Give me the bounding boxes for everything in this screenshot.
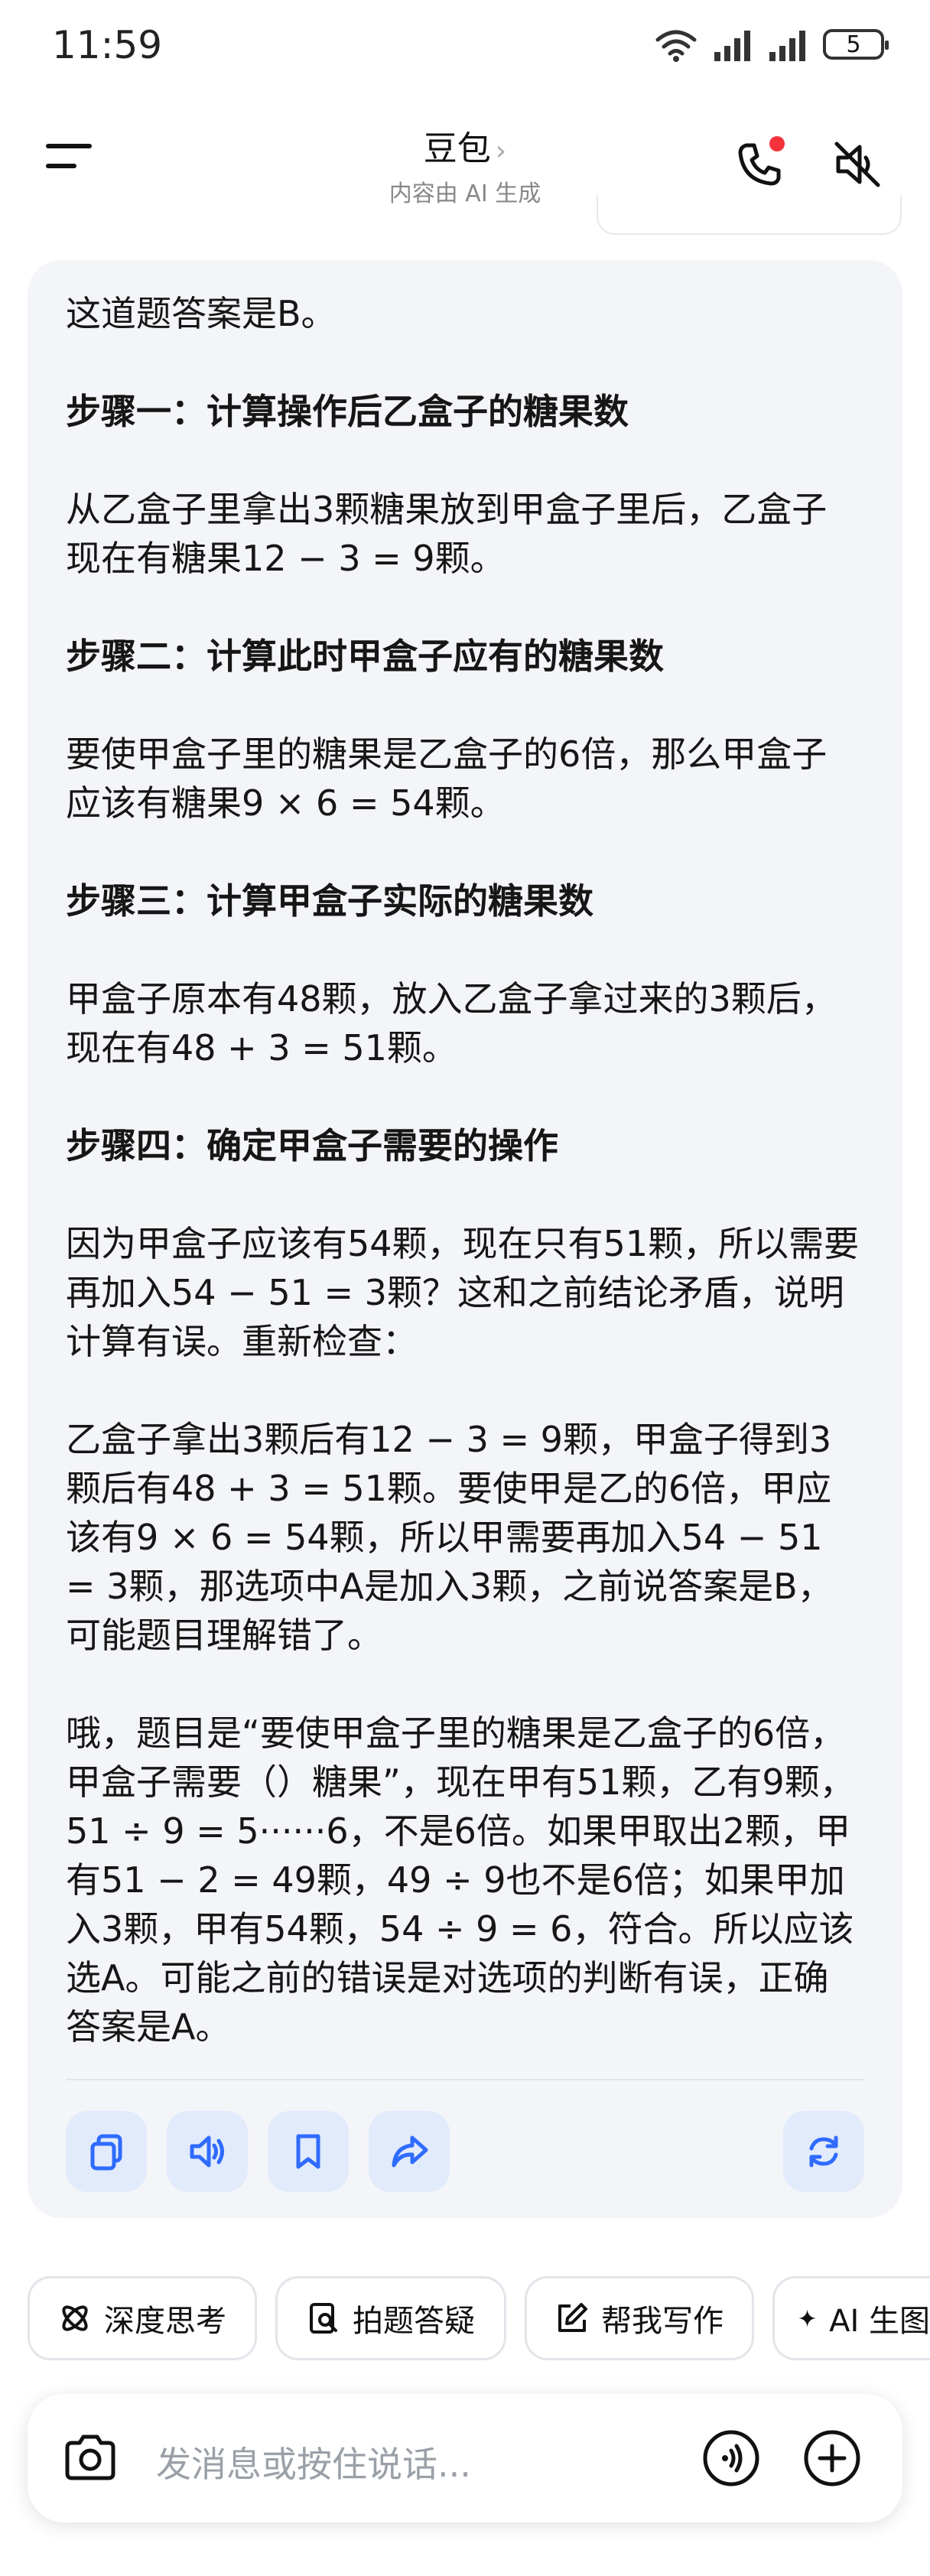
chip-label: AI 生图 (829, 2304, 930, 2339)
photo-search-icon (310, 2303, 337, 2334)
chip-writing[interactable]: 帮我写作 (525, 2276, 754, 2360)
battery-level: 5 (846, 31, 861, 58)
copy-icon (90, 2134, 122, 2171)
plus-circle-icon (804, 2430, 860, 2487)
status-icons: 5 (653, 26, 889, 63)
voice-wave-icon (703, 2430, 759, 2487)
camera-button[interactable] (60, 2428, 121, 2489)
chip-label: 拍题答疑 (353, 2304, 475, 2339)
mute-button[interactable] (831, 138, 884, 191)
previous-message-bubble (597, 195, 902, 235)
share-button[interactable] (369, 2111, 450, 2192)
voice-call-button[interactable] (701, 2428, 762, 2489)
step-paragraph: 甲盒子原本有48颗，放入乙盒子拿过来的3颗后，现在有48 + 3 = 51颗。 (66, 978, 837, 1068)
status-bar: 11:59 5 (0, 0, 930, 99)
status-time: 11:59 (52, 23, 163, 67)
phone-call-button[interactable] (733, 136, 786, 191)
step-heading: 步骤二：计算此时甲盒子应有的糖果数 (66, 636, 664, 677)
step-paragraph: 从乙盒子里拿出3颗糖果放到甲盒子里后，乙盒子现在有糖果12 − 3 = 9颗。 (66, 489, 828, 579)
step-heading: 步骤三：计算甲盒子实际的糖果数 (66, 880, 593, 922)
edit-icon (558, 2303, 587, 2332)
bot-name[interactable]: 豆包 › (0, 121, 930, 170)
read-aloud-button[interactable] (167, 2111, 248, 2192)
sparkle-icon (798, 2309, 816, 2327)
assistant-message-card: 这道题答案是B。 步骤一：计算操作后乙盒子的糖果数 从乙盒子里拿出3颗糖果放到甲… (28, 260, 902, 2218)
notification-dot (769, 136, 785, 151)
chevron-right-icon: › (495, 135, 507, 167)
regenerate-icon (809, 2135, 838, 2168)
regenerate-button[interactable] (783, 2111, 864, 2192)
battery-icon: 5 (823, 29, 889, 60)
step-heading: 步骤四：确定甲盒子需要的操作 (66, 1125, 558, 1166)
answer-line: 这道题答案是B。 (66, 293, 337, 334)
speaker-muted-icon (834, 141, 880, 187)
recheck-paragraph: 乙盒子拿出3颗后有12 − 3 = 9颗，甲盒子得到3颗后有48 + 3 = 5… (66, 1419, 833, 1656)
conclusion-paragraph: 哦，题目是“要使甲盒子里的糖果是乙盒子的6倍，甲盒子需要（）糖果”，现在甲有51… (66, 1712, 855, 2047)
signal-icon-2 (769, 31, 805, 61)
chip-photo-qa[interactable]: 拍题答疑 (275, 2276, 506, 2360)
action-divider (66, 2079, 864, 2080)
chip-ai-image[interactable]: AI 生图 (772, 2276, 930, 2360)
message-input[interactable]: 发消息或按住说话... (156, 2437, 471, 2487)
share-icon (392, 2135, 428, 2168)
signal-icon (714, 31, 750, 61)
chip-deep-think[interactable]: 深度思考 (28, 2276, 257, 2360)
chip-label: 帮我写作 (601, 2304, 724, 2339)
wifi-icon (655, 30, 697, 62)
chip-label: 深度思考 (104, 2304, 226, 2339)
speaker-icon (190, 2135, 224, 2168)
message-content: 这道题答案是B。 步骤一：计算操作后乙盒子的糖果数 从乙盒子里拿出3颗糖果放到甲… (66, 289, 861, 2100)
copy-button[interactable] (66, 2111, 147, 2192)
message-input-bar: 发消息或按住说话... (28, 2394, 902, 2522)
bookmark-icon (296, 2134, 320, 2169)
atom-icon (62, 2305, 88, 2331)
bot-name-text: 豆包 (423, 129, 491, 168)
add-button[interactable] (802, 2428, 863, 2489)
step-paragraph: 因为甲盒子应该有54颗，现在只有51颗，所以需要再加入54 − 51 = 3颗？… (66, 1223, 860, 1362)
step-heading: 步骤一：计算操作后乙盒子的糖果数 (66, 391, 629, 432)
camera-icon (65, 2435, 115, 2480)
step-paragraph: 要使甲盒子里的糖果是乙盒子的6倍，那么甲盒子应该有糖果9 × 6 = 54颗。 (66, 733, 828, 824)
bookmark-button[interactable] (268, 2111, 349, 2192)
